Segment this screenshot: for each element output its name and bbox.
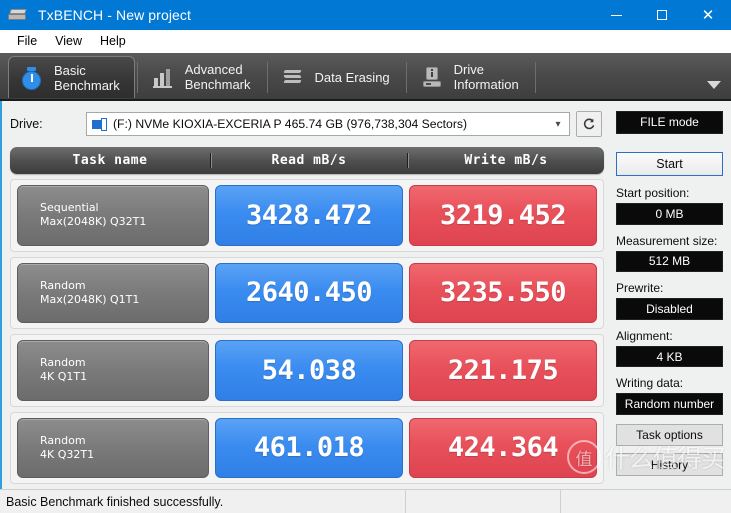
table-row: Random 4K Q1T1 54.038 221.175 — [10, 334, 604, 407]
tab-drive-information-label: Drive Information — [454, 62, 519, 92]
toolbar-overflow-button[interactable] — [703, 73, 725, 97]
title-bar: TxBENCH - New project ✕ — [0, 0, 731, 30]
status-message: Basic Benchmark finished successfully. — [6, 494, 224, 509]
main-content: Drive: (F:) NVMe KIOXIA-EXCERIA P 465.74… — [0, 101, 731, 489]
task-line2: Max(2048K) Q1T1 — [40, 292, 140, 306]
tab-drive-line1: Drive — [453, 62, 484, 77]
bar-chart-icon — [150, 64, 176, 90]
write-value-cell: 3235.550 — [409, 262, 597, 323]
tab-advanced-line2: Benchmark — [184, 77, 251, 92]
task-line1: Random — [40, 356, 86, 370]
write-value-cell: 3219.452 — [409, 185, 597, 246]
minimize-button[interactable] — [593, 0, 639, 30]
writing-data-label: Writing data: — [616, 376, 684, 391]
drive-icon — [92, 117, 108, 131]
write-value-cell: 221.175 — [409, 340, 597, 401]
tab-advanced-benchmark[interactable]: Advanced Benchmark — [140, 56, 265, 98]
menu-item-help[interactable]: Help — [91, 32, 135, 50]
status-segment-3 — [560, 490, 731, 513]
menu-bar: File View Help — [0, 30, 731, 53]
read-value-cell: 461.018 — [215, 417, 403, 478]
refresh-icon — [583, 118, 595, 130]
task-name-cell[interactable]: Random Max(2048K) Q1T1 — [17, 262, 209, 323]
menu-item-view[interactable]: View — [46, 32, 91, 50]
tab-erasing-line1: Data Erasing — [314, 69, 390, 85]
close-button[interactable]: ✕ — [685, 0, 731, 30]
tab-data-erasing-label: Data Erasing — [315, 70, 390, 85]
alignment-value[interactable]: 4 KB — [616, 345, 723, 368]
drive-selector-row: Drive: (F:) NVMe KIOXIA-EXCERIA P 465.74… — [10, 111, 604, 137]
table-row: Random Max(2048K) Q1T1 2640.450 3235.550 — [10, 256, 604, 329]
prewrite-label: Prewrite: — [616, 281, 664, 296]
task-name-cell[interactable]: Sequential Max(2048K) Q32T1 — [17, 185, 209, 246]
maximize-button[interactable] — [639, 0, 685, 30]
tab-divider — [266, 62, 268, 93]
table-row: Random 4K Q32T1 461.018 424.364 — [10, 411, 604, 484]
file-mode-indicator[interactable]: FILE mode — [616, 111, 723, 134]
tab-data-erasing[interactable]: Data Erasing — [270, 56, 404, 98]
window-title: TxBENCH - New project — [38, 7, 192, 23]
results-header: Task name Read mB/s Write mB/s — [10, 147, 604, 174]
maximize-icon — [657, 10, 667, 20]
tab-basic-benchmark[interactable]: Basic Benchmark — [8, 56, 135, 98]
txbench-window: TxBENCH - New project ✕ File View Help B… — [0, 0, 731, 513]
settings-sidebar: FILE mode Start Start position: 0 MB Mea… — [610, 101, 731, 489]
column-header-task-name: Task name — [72, 153, 148, 168]
task-line2: 4K Q32T1 — [40, 447, 95, 461]
column-header-read: Read mB/s — [210, 153, 407, 168]
status-segment-2 — [405, 490, 560, 513]
minimize-icon — [610, 14, 622, 16]
tab-divider — [136, 62, 138, 93]
measurement-size-value[interactable]: 512 MB — [616, 250, 723, 273]
task-name-cell[interactable]: Random 4K Q1T1 — [17, 340, 209, 401]
stopwatch-icon — [19, 65, 45, 91]
tab-divider — [534, 62, 536, 93]
tab-advanced-benchmark-label: Advanced Benchmark — [185, 62, 251, 92]
prewrite-value[interactable]: Disabled — [616, 298, 723, 320]
read-value-cell: 3428.472 — [215, 185, 403, 246]
table-row: Sequential Max(2048K) Q32T1 3428.472 321… — [10, 179, 604, 252]
task-line1: Random — [40, 278, 86, 292]
drive-select[interactable]: (F:) NVMe KIOXIA-EXCERIA P 465.74 GB (97… — [86, 112, 570, 136]
start-position-value[interactable]: 0 MB — [616, 202, 723, 225]
app-drive-icon — [8, 6, 30, 24]
task-line2: 4K Q1T1 — [40, 370, 88, 384]
drive-info-icon — [419, 64, 445, 90]
window-controls: ✕ — [593, 0, 731, 30]
chevron-down-icon: ▾ — [555, 118, 561, 130]
write-value-cell: 424.364 — [409, 417, 597, 478]
toolbar-tabs: Basic Benchmark Advanced Benchmark Data … — [0, 53, 731, 101]
measurement-size-label: Measurement size: — [616, 233, 718, 248]
tab-basic-benchmark-label: Basic Benchmark — [54, 63, 120, 93]
drive-label: Drive: — [10, 117, 43, 131]
tab-divider — [405, 62, 407, 93]
task-line1: Sequential — [40, 201, 99, 215]
start-button[interactable]: Start — [616, 151, 723, 176]
tab-drive-information[interactable]: Drive Information — [409, 56, 533, 98]
tab-basic-line2: Benchmark — [54, 77, 120, 93]
column-header-write: Write mB/s — [407, 153, 604, 168]
results-table: Task name Read mB/s Write mB/s Sequentia… — [10, 147, 604, 489]
task-line1: Random — [40, 433, 86, 447]
tab-drive-line2: Information — [453, 77, 519, 92]
start-position-label: Start position: — [616, 185, 690, 200]
alignment-label: Alignment: — [616, 328, 673, 343]
menu-item-file[interactable]: File — [8, 32, 46, 50]
tab-basic-line1: Basic — [54, 62, 86, 78]
eraser-icon — [280, 64, 306, 90]
read-value-cell: 2640.450 — [215, 262, 403, 323]
read-value-cell: 54.038 — [215, 340, 403, 401]
status-bar: Basic Benchmark finished successfully. — [0, 489, 731, 513]
chevron-down-icon — [707, 81, 721, 89]
writing-data-value[interactable]: Random number — [616, 393, 723, 415]
task-options-button[interactable]: Task options — [616, 423, 723, 447]
task-name-cell[interactable]: Random 4K Q32T1 — [17, 417, 209, 478]
benchmark-pane: Drive: (F:) NVMe KIOXIA-EXCERIA P 465.74… — [2, 101, 610, 489]
history-button[interactable]: History — [616, 453, 723, 476]
tab-advanced-line1: Advanced — [184, 62, 243, 77]
refresh-button[interactable] — [576, 111, 602, 137]
drive-select-value: (F:) NVMe KIOXIA-EXCERIA P 465.74 GB (97… — [113, 117, 468, 131]
task-line2: Max(2048K) Q32T1 — [40, 215, 147, 229]
close-icon: ✕ — [701, 6, 715, 24]
